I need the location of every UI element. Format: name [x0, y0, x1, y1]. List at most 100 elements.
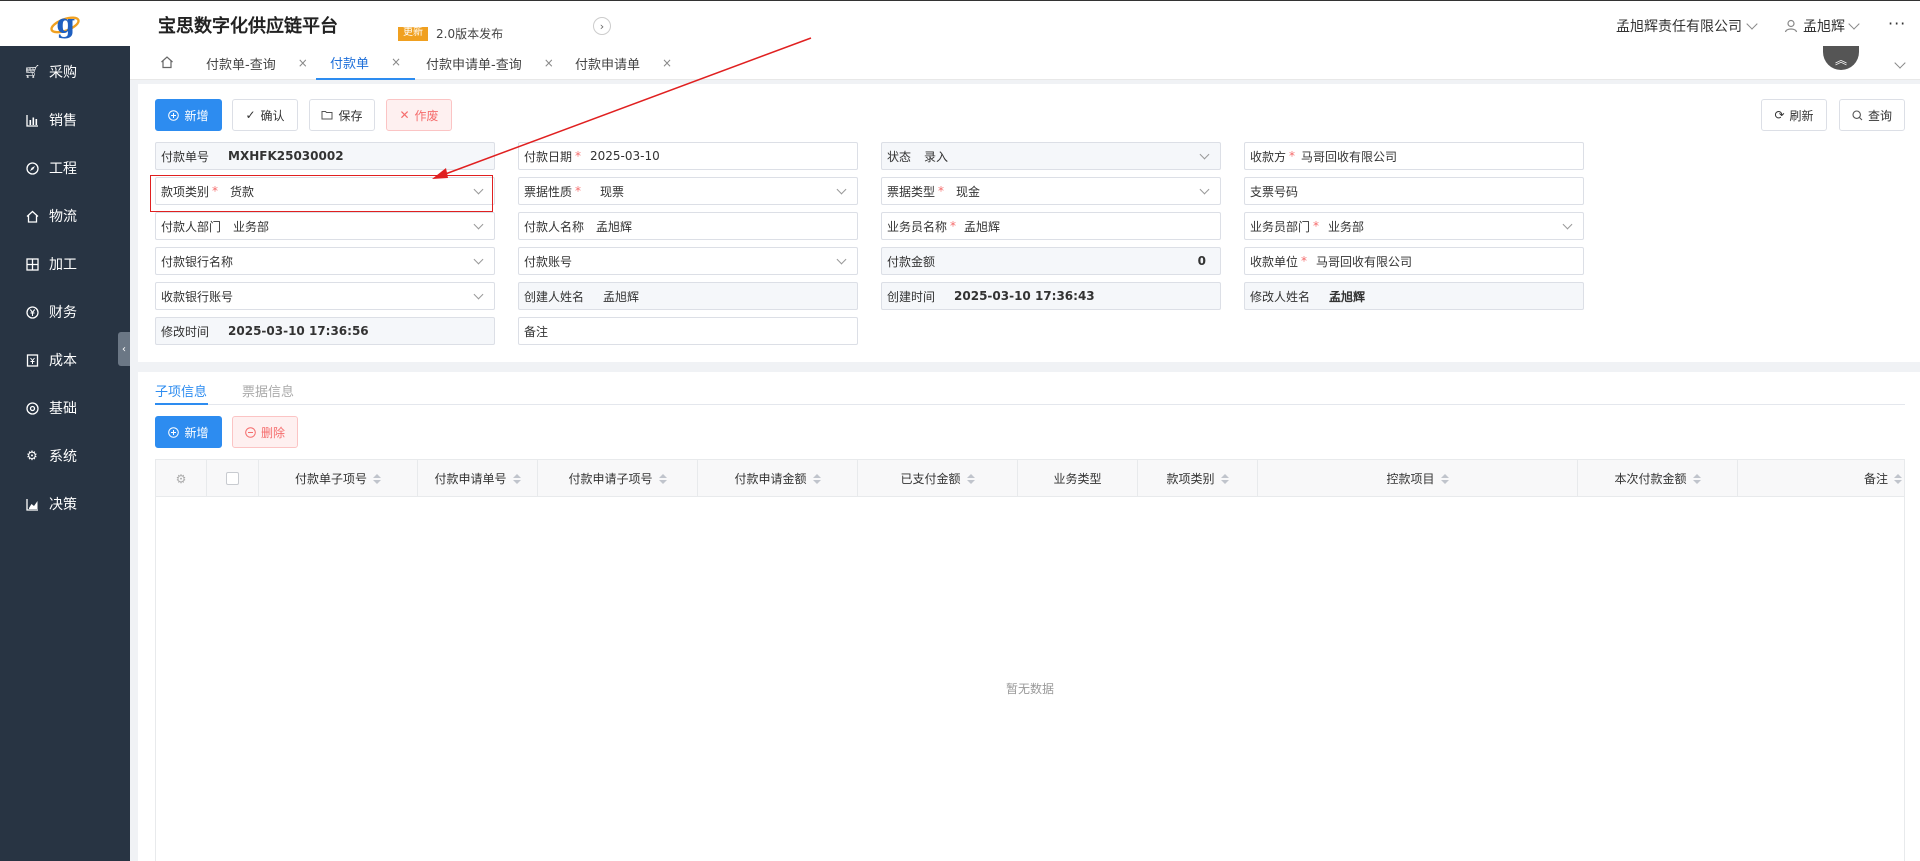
company-switcher[interactable]: 孟旭辉责任有限公司 — [1616, 16, 1758, 36]
chevron-down-icon — [1848, 18, 1860, 30]
cart-icon: 🛒︎ — [23, 64, 41, 80]
pay-no-field: 付款单号 MXHFK25030002 — [155, 142, 495, 170]
tab-payment-query[interactable]: 付款单-查询 × — [206, 46, 308, 80]
notice-badge: 更新 — [398, 27, 428, 41]
sidebar-item-logistics[interactable]: 物流 — [25, 205, 77, 227]
line-chart-icon — [25, 497, 39, 511]
tab-payment-request[interactable]: 付款申请单 × — [575, 46, 672, 80]
modified-at-field: 修改时间 2025-03-10 17:36:56 — [155, 317, 495, 345]
item-type-select[interactable]: 款项类别 * 货款 — [155, 177, 495, 205]
refresh-button[interactable]: ⟳ 刷新 — [1761, 99, 1827, 131]
sort-icon — [1692, 473, 1701, 484]
chevron-down-icon — [473, 254, 484, 265]
query-button[interactable]: 查询 — [1839, 99, 1905, 131]
sidebar-item-processing[interactable]: 加工 — [25, 253, 77, 275]
bill-type-select[interactable]: 票据类型 * 现金 — [881, 177, 1221, 205]
sort-icon — [1440, 473, 1449, 484]
void-button[interactable]: ✕ 作废 — [386, 99, 452, 131]
notice-next-button[interactable]: › — [593, 17, 611, 35]
app-logo[interactable]: g — [0, 1, 130, 47]
chevron-down-icon — [836, 254, 847, 265]
status-select[interactable]: 状态 录入 — [881, 142, 1221, 170]
select-all-checkbox[interactable] — [207, 460, 259, 497]
col-control-item[interactable]: 控款项目 — [1258, 460, 1578, 497]
svg-text:g: g — [56, 9, 75, 40]
chevron-down-icon — [1746, 18, 1758, 30]
delete-row-button[interactable]: 删除 — [232, 416, 298, 448]
chevron-down-icon — [473, 219, 484, 230]
more-menu-button[interactable]: ··· — [1888, 14, 1906, 33]
logo-icon: g — [50, 9, 80, 40]
pay-account-select[interactable]: 付款账号 — [518, 247, 858, 275]
gear-icon: ⚙︎ — [26, 448, 38, 464]
save-button[interactable]: 保存 — [309, 99, 375, 131]
bill-nature-select[interactable]: 票据性质 * 现票 — [518, 177, 858, 205]
sidebar-collapse-button[interactable]: ‹ — [118, 332, 130, 366]
payer-dept-select[interactable]: 付款人部门 业务部 — [155, 212, 495, 240]
recv-bank-account-select[interactable]: 收款银行账号 — [155, 282, 495, 310]
sort-icon — [1894, 473, 1902, 484]
sidebar-item-system[interactable]: ⚙︎ 系统 — [25, 445, 77, 467]
sidebar-item-purchase[interactable]: 🛒︎ 采购 — [23, 61, 77, 83]
sales-dept-select[interactable]: 业务员部门 * 业务部 — [1244, 212, 1584, 240]
close-icon[interactable]: × — [544, 56, 554, 70]
col-request-amount[interactable]: 付款申请金额 — [698, 460, 858, 497]
col-request-sub-no[interactable]: 付款申请子项号 — [538, 460, 698, 497]
sidebar-item-engineering[interactable]: 工程 — [25, 157, 77, 179]
receiver-unit-field[interactable]: 收款单位 * 马哥回收有限公司 — [1244, 247, 1584, 275]
subtab-active-indicator — [155, 403, 208, 405]
payee-field[interactable]: 收款方 * 马哥回收有限公司 — [1244, 142, 1584, 170]
notice-ticker[interactable]: 更新 2.0版本发布 — [398, 27, 503, 41]
sidebar-item-decision[interactable]: 决策 — [25, 493, 77, 515]
sort-icon — [658, 473, 667, 484]
col-current-amount[interactable]: 本次付款金额 — [1578, 460, 1738, 497]
sales-name-field[interactable]: 业务员名称 * 孟旭辉 — [881, 212, 1221, 240]
pay-bank-select[interactable]: 付款银行名称 — [155, 247, 495, 275]
refresh-icon: ⟳ — [1774, 108, 1785, 122]
collapse-header-button[interactable]: ︽ — [1823, 46, 1859, 70]
chevron-down-icon — [473, 184, 484, 195]
sidebar-item-sales[interactable]: 销售 — [25, 109, 77, 131]
compass-icon — [25, 161, 39, 175]
close-icon[interactable]: × — [391, 55, 401, 69]
add-button[interactable]: 新增 — [155, 99, 222, 131]
user-name: 孟旭辉 — [1803, 19, 1845, 35]
col-remark[interactable]: 备注 — [1738, 460, 1906, 497]
tab-payment-request-query[interactable]: 付款申请单-查询 × — [426, 46, 554, 80]
tab-sub-items[interactable]: 子项信息 — [155, 381, 207, 400]
chevron-down-icon — [1199, 149, 1210, 160]
col-item-type[interactable]: 款项类别 — [1138, 460, 1258, 497]
col-business-type[interactable]: 业务类型 — [1018, 460, 1138, 497]
sidebar-item-basic[interactable]: 基础 — [25, 397, 77, 419]
gear-icon: ⚙︎ — [175, 471, 187, 486]
tabs-dropdown-button[interactable] — [1894, 56, 1906, 70]
chevron-left-icon: ‹ — [122, 343, 126, 355]
col-paid-amount[interactable]: 已支付金额 — [858, 460, 1018, 497]
sidebar-item-cost[interactable]: 成本 — [25, 349, 77, 371]
chevron-down-icon — [1894, 57, 1906, 69]
col-pay-sub-no[interactable]: 付款单子项号 — [259, 460, 418, 497]
minus-circle-icon — [245, 426, 256, 438]
close-icon[interactable]: × — [298, 56, 308, 70]
confirm-button[interactable]: ✓ 确认 — [232, 99, 298, 131]
tab-home[interactable] — [160, 55, 174, 73]
pay-date-field[interactable]: 付款日期 * 2025-03-10 — [518, 142, 858, 170]
vertical-scrollbar[interactable] — [1908, 372, 1920, 861]
table-header: ⚙︎ 付款单子项号 付款申请单号 付款申请子项号 付款申请金额 已支付金额 业务… — [156, 460, 1904, 497]
sort-icon — [1220, 473, 1229, 484]
user-menu[interactable]: 孟旭辉 — [1784, 16, 1860, 36]
col-request-no[interactable]: 付款申请单号 — [418, 460, 538, 497]
sidebar-item-finance[interactable]: 财务 — [25, 301, 77, 323]
creator-field: 创建人姓名 孟旭辉 — [518, 282, 858, 310]
remark-field[interactable]: 备注 — [518, 317, 858, 345]
payer-name-field[interactable]: 付款人名称 孟旭辉 — [518, 212, 858, 240]
company-name: 孟旭辉责任有限公司 — [1616, 19, 1742, 35]
column-settings[interactable]: ⚙︎ — [156, 460, 207, 497]
close-icon[interactable]: × — [662, 56, 672, 70]
app-title: 宝思数字化供应链平台 — [158, 16, 338, 37]
add-row-button[interactable]: 新增 — [155, 416, 222, 448]
tab-payment[interactable]: 付款单 × — [316, 46, 416, 80]
grid-icon — [25, 257, 39, 271]
check-no-field[interactable]: 支票号码 — [1244, 177, 1584, 205]
tab-bill-info[interactable]: 票据信息 — [242, 381, 294, 400]
